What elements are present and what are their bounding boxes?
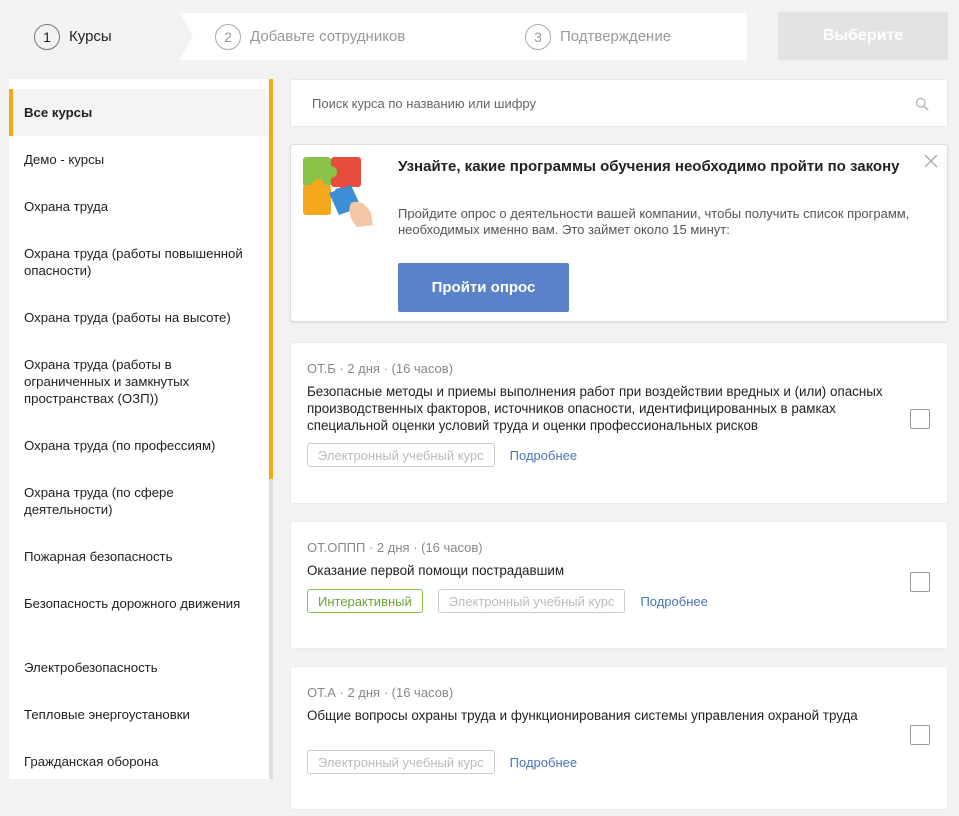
close-icon[interactable] [923,153,939,169]
sidebar-item-demo[interactable]: Демо - курсы [9,151,267,168]
step-label: Подтверждение [560,28,672,45]
course-meta: ОТ.ОППП · 2 дня · (16 часов) [307,540,483,555]
course-checkbox[interactable] [910,725,930,745]
step-number: 3 [525,23,551,50]
promo-text: Пройдите опрос о деятельности вашей комп… [398,206,910,237]
course-card[interactable]: ОТ.ОППП · 2 дня · (16 часов) Оказание пе… [290,521,948,649]
course-meta: ОТ.А · 2 дня · (16 часов) [307,685,454,700]
tag-e-learning: Электронный учебный курс [437,589,626,613]
sidebar-item-all-courses[interactable]: Все курсы [9,89,267,136]
puzzle-icon [303,157,373,227]
choose-button[interactable]: Выберите [778,12,948,60]
step-label: Курсы [69,28,112,45]
sidebar-item-fire-safety[interactable]: Пожарная безопасность [9,548,267,565]
sidebar-item-heights[interactable]: Охрана труда (работы на высоте) [9,309,267,326]
promo-title: Узнайте, какие программы обучения необхо… [398,158,900,175]
course-card[interactable]: ОТ.Б · 2 дня · (16 часов) Безопасные мет… [290,342,948,504]
sidebar-item-electrical[interactable]: Электробезопасность [9,659,267,676]
course-meta: ОТ.Б · 2 дня · (16 часов) [307,361,454,376]
take-survey-button[interactable]: Пройти опрос [398,263,569,312]
step-label: Добавьте сотрудников [250,28,406,45]
sidebar-item-labor-safety[interactable]: Охрана труда [9,198,267,215]
search-icon[interactable] [915,97,929,111]
details-link[interactable]: Подробнее [640,594,707,609]
stepper: 1 Курсы 2 Добавьте сотрудников 3 Подтвер… [10,13,747,60]
course-title: Оказание первой помощи пострадавшим [307,563,565,578]
category-sidebar: Все курсы Демо - курсы Охрана труда Охра… [9,79,273,779]
sidebar-scrollbar[interactable] [269,79,273,779]
course-tags: Электронный учебный курс Подробнее [307,443,577,467]
sidebar-item-civil-defense[interactable]: Гражданская оборона [9,753,267,770]
course-title: Безопасные методы и приемы выполнения ра… [307,384,883,433]
step-courses[interactable]: 1 Курсы [34,13,112,60]
course-title: Общие вопросы охраны труда и функциониро… [307,708,858,723]
tag-e-learning: Электронный учебный курс [307,443,495,467]
step-add-employees[interactable]: 2 Добавьте сотрудников [215,13,405,60]
step-number: 1 [34,23,60,50]
details-link[interactable]: Подробнее [510,448,577,463]
course-checkbox[interactable] [910,572,930,592]
step-arrow [180,13,193,59]
sidebar-item-road-safety[interactable]: Безопасность дорожного движения [9,595,267,612]
tag-interactive: Интерактивный [307,589,423,613]
search-input[interactable] [312,80,902,126]
sidebar-item-high-risk[interactable]: Охрана труда (работы повышенной опасност… [9,245,267,279]
details-link[interactable]: Подробнее [510,755,577,770]
sidebar-item-confined-spaces[interactable]: Охрана труда (работы в ограниченных и за… [9,356,267,407]
sidebar-item-activity[interactable]: Охрана труда (по сфере деятельности) [9,484,267,518]
course-checkbox[interactable] [910,409,930,429]
course-tags: Электронный учебный курс Подробнее [307,750,577,774]
step-confirmation[interactable]: 3 Подтверждение [525,13,671,60]
course-card[interactable]: ОТ.А · 2 дня · (16 часов) Общие вопросы … [290,666,948,810]
step-number: 2 [215,23,241,50]
sidebar-scrollbar-thumb[interactable] [269,79,273,479]
tag-e-learning: Электронный учебный курс [307,750,495,774]
course-tags: Интерактивный Электронный учебный курс П… [307,589,708,613]
survey-promo: Узнайте, какие программы обучения необхо… [290,144,948,322]
course-search [290,79,948,127]
sidebar-item-thermal[interactable]: Тепловые энергоустановки [9,706,267,723]
sidebar-item-professions[interactable]: Охрана труда (по профессиям) [9,437,267,454]
